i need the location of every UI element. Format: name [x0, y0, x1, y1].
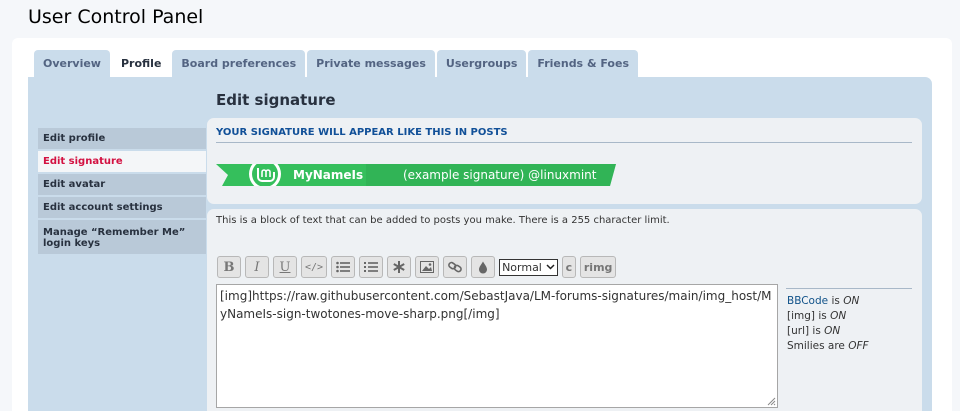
signature-name: MyNameIs	[293, 168, 364, 182]
font-size-value: Normal	[502, 260, 542, 274]
numbered-list-button[interactable]	[359, 256, 384, 278]
tab-overview[interactable]: Overview	[34, 50, 110, 77]
font-size-select[interactable]: Normal	[499, 258, 558, 276]
bbcode-status: BBCode is ON	[787, 295, 859, 307]
smilies-status-state: OFF	[848, 340, 869, 352]
sidebar-item-edit-signature[interactable]: Edit signature	[38, 151, 206, 172]
link-icon	[448, 261, 462, 273]
numbered-list-icon	[364, 262, 379, 272]
resize-handle-icon[interactable]	[766, 396, 776, 406]
rimg-button[interactable]: rimg	[579, 256, 617, 278]
divider	[216, 142, 912, 143]
smilies-status: Smilies are OFF	[787, 340, 869, 352]
color-button[interactable]	[471, 256, 496, 278]
signature-tagline: (example signature) @linuxmint	[403, 168, 597, 182]
image-button[interactable]	[415, 256, 440, 278]
chevron-down-icon	[546, 264, 555, 270]
img-status: [img] is ON	[787, 310, 846, 322]
divider	[786, 288, 912, 289]
color-drop-icon	[479, 261, 488, 273]
bullet-list-icon	[336, 261, 351, 273]
smilies-status-label: Smilies are	[787, 340, 845, 352]
bbcode-is: is	[831, 295, 840, 307]
image-icon	[420, 261, 435, 273]
img-status-state: ON	[830, 310, 847, 322]
italic-button[interactable]: I	[245, 256, 269, 278]
tab-friends-foes[interactable]: Friends & Foes	[528, 50, 638, 77]
code-button[interactable]: </>	[301, 256, 328, 278]
sidebar-item-edit-profile[interactable]: Edit profile	[38, 128, 206, 149]
tab-private-messages[interactable]: Private messages	[307, 50, 435, 77]
underline-button[interactable]: U	[273, 256, 297, 278]
sidebar-item-edit-account-settings[interactable]: Edit account settings	[38, 197, 206, 218]
bbcode-toolbar: B I U </> Normal c rimg	[217, 256, 617, 278]
list-button[interactable]	[331, 256, 356, 278]
color-c-button[interactable]: c	[561, 256, 576, 278]
page-title: User Control Panel	[28, 6, 204, 28]
tab-usergroups[interactable]: Usergroups	[436, 50, 527, 77]
signature-intro-text: This is a block of text that can be adde…	[216, 215, 670, 226]
tab-profile[interactable]: Profile	[111, 49, 171, 77]
code-icon: </>	[305, 261, 324, 273]
bbcode-link[interactable]: BBCode	[787, 295, 828, 307]
bold-button[interactable]: B	[217, 256, 241, 278]
signature-textarea[interactable]: [img]https://raw.githubusercontent.com/S…	[216, 284, 778, 408]
list-item-button[interactable]	[387, 256, 412, 278]
sidebar-nav: Edit profile Edit signature Edit avatar …	[38, 128, 206, 256]
url-status-state: ON	[824, 325, 841, 337]
url-status: [url] is ON	[787, 325, 840, 337]
sidebar-item-edit-avatar[interactable]: Edit avatar	[38, 174, 206, 195]
tab-board-preferences[interactable]: Board preferences	[172, 50, 306, 77]
section-title: Edit signature	[216, 91, 336, 109]
sidebar-item-remember-me-keys[interactable]: Manage “Remember Me” login keys	[38, 220, 206, 254]
asterisk-icon	[393, 261, 405, 273]
bbcode-state: ON	[843, 295, 860, 307]
img-status-label: [img] is	[787, 310, 827, 322]
link-button[interactable]	[443, 256, 468, 278]
preview-heading: YOUR SIGNATURE WILL APPEAR LIKE THIS IN …	[216, 127, 508, 138]
tab-bar: Overview Profile Board preferences Priva…	[34, 49, 638, 77]
url-status-label: [url] is	[787, 325, 821, 337]
